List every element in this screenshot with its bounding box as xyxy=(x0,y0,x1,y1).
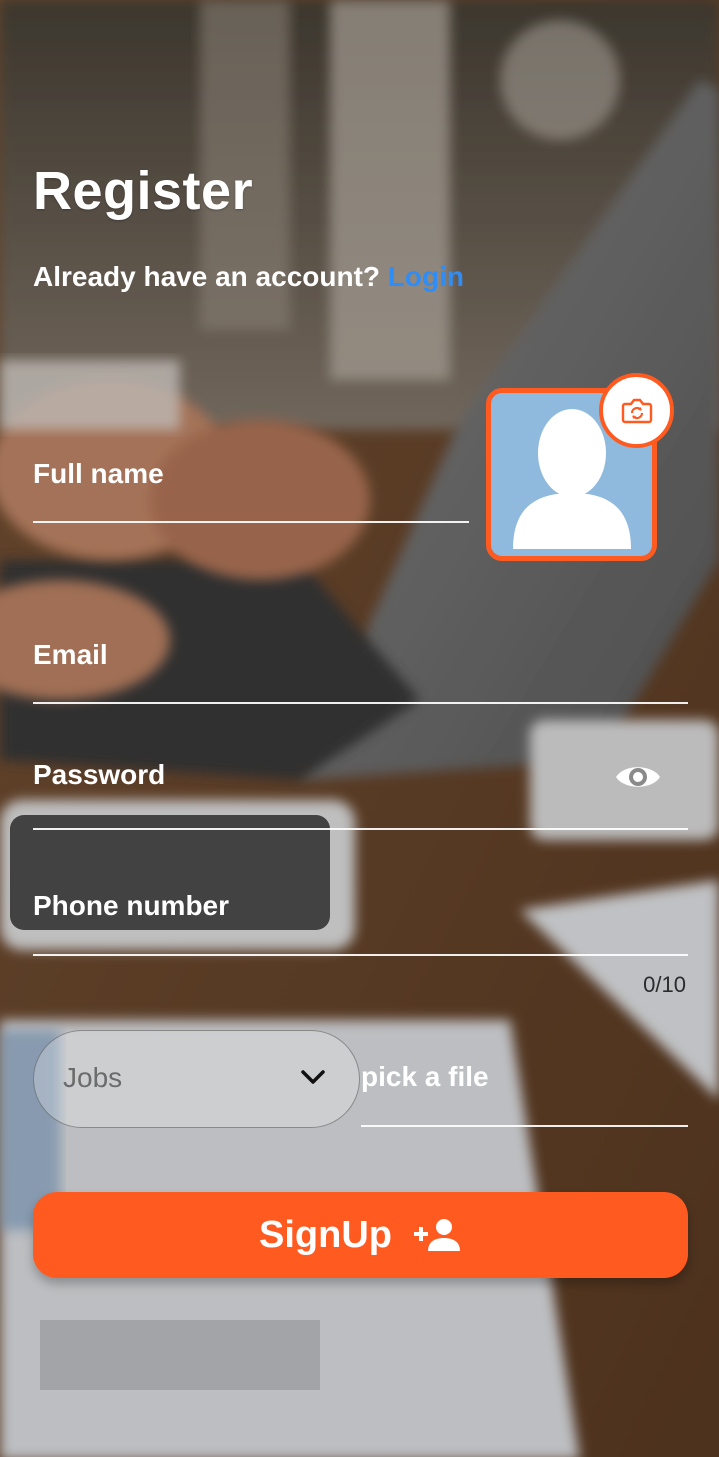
person-add-icon xyxy=(413,1217,462,1253)
login-link[interactable]: Login xyxy=(388,261,464,292)
jobs-dropdown[interactable]: Jobs xyxy=(33,1030,360,1128)
login-prompt: Already have an account? Login xyxy=(33,261,464,293)
full-name-underline xyxy=(33,521,469,523)
phone-number-field[interactable]: Phone number xyxy=(33,890,229,922)
eye-icon xyxy=(616,767,660,787)
password-field[interactable]: Password xyxy=(33,759,165,791)
page-title: Register xyxy=(33,161,254,221)
register-screen: Register Already have an account? Login … xyxy=(0,0,719,1457)
password-underline xyxy=(33,828,688,830)
login-prompt-text: Already have an account? xyxy=(33,261,381,292)
file-picker-field[interactable]: pick a file xyxy=(361,1061,489,1093)
camera-flip-icon xyxy=(621,398,652,423)
file-picker-underline xyxy=(361,1125,688,1127)
full-name-field[interactable]: Full name xyxy=(33,458,164,490)
signup-button[interactable]: SignUp xyxy=(33,1192,688,1278)
signup-button-label: SignUp xyxy=(259,1213,392,1256)
jobs-dropdown-value: Jobs xyxy=(63,1062,123,1093)
phone-character-counter: 0/10 xyxy=(643,972,686,997)
change-photo-button[interactable] xyxy=(599,373,674,448)
email-underline xyxy=(33,702,688,704)
toggle-password-visibility-button[interactable] xyxy=(614,760,666,804)
phone-number-underline xyxy=(33,954,688,956)
email-field[interactable]: Email xyxy=(33,639,108,671)
chevron-down-icon xyxy=(301,1070,325,1084)
